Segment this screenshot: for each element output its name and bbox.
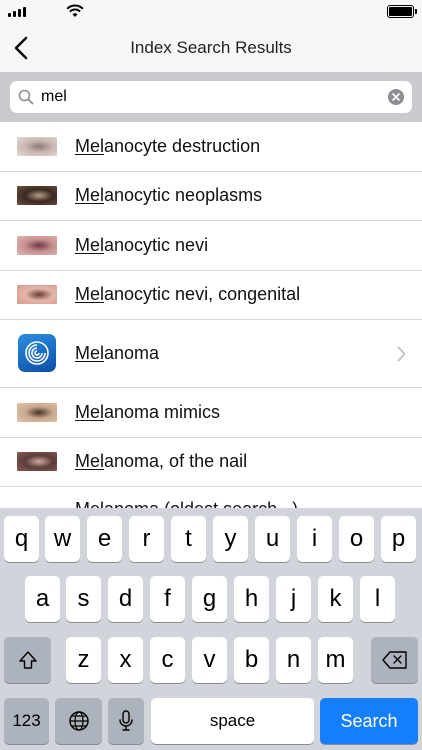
result-label: Melanocytic nevi: [75, 234, 209, 255]
result-label: Melanoma, of the nail: [75, 451, 248, 472]
result-thumbnail: [17, 136, 57, 156]
result-thumbnail: [17, 402, 57, 422]
key-i[interactable]: i: [297, 516, 332, 562]
key-f[interactable]: f: [150, 576, 185, 622]
result-label: Melanoma: [75, 343, 160, 363]
key-a[interactable]: a: [25, 576, 60, 622]
result-label: Melanoma (oldest search...): [75, 499, 298, 508]
key-s[interactable]: s: [66, 576, 101, 622]
globe-icon: [68, 711, 89, 731]
key-y[interactable]: y: [213, 516, 248, 562]
shift-arrow-icon: [18, 651, 37, 669]
result-row[interactable]: Melanocytic neoplasms: [0, 172, 422, 221]
key-q[interactable]: q: [4, 516, 39, 562]
result-thumbnail: [17, 452, 57, 472]
search-icon: [18, 89, 34, 105]
globe-key[interactable]: [55, 698, 102, 744]
cellular-signal-icon: [8, 6, 26, 17]
key-u[interactable]: u: [255, 516, 290, 562]
key-d[interactable]: d: [108, 576, 143, 622]
search-key[interactable]: Search: [320, 698, 418, 744]
numbers-key[interactable]: 123: [4, 698, 49, 744]
search-bar: mel: [0, 72, 422, 122]
key-h[interactable]: h: [234, 576, 269, 622]
swirl-logo-icon: [25, 341, 49, 365]
result-label: Melanocytic neoplasms: [75, 185, 263, 206]
key-v[interactable]: v: [192, 637, 227, 683]
result-label: Melanoma mimics: [75, 401, 221, 422]
key-t[interactable]: t: [171, 516, 206, 562]
result-thumbnail: [17, 235, 57, 255]
result-label: Melanocyte destruction: [75, 135, 261, 156]
result-row-app-entry[interactable]: Melanoma: [0, 320, 422, 388]
wifi-icon: [66, 4, 84, 17]
result-thumbnail: [17, 285, 57, 305]
result-row[interactable]: Melanocytic nevi, congenital: [0, 271, 422, 320]
microphone-icon: [119, 710, 133, 731]
status-bar: [0, 0, 422, 24]
key-g[interactable]: g: [192, 576, 227, 622]
key-j[interactable]: j: [276, 576, 311, 622]
result-row[interactable]: Melanocytic nevi: [0, 221, 422, 271]
key-r[interactable]: r: [129, 516, 164, 562]
on-screen-keyboard: q w e r t y u i o p a s d f g h j k l z …: [0, 508, 422, 750]
clear-search-button[interactable]: [388, 89, 404, 105]
key-l[interactable]: l: [360, 576, 395, 622]
result-label: Melanocytic nevi, congenital: [75, 284, 301, 305]
page-title: Index Search Results: [130, 38, 292, 57]
key-e[interactable]: e: [87, 516, 122, 562]
battery-fill: [389, 7, 412, 16]
key-c[interactable]: c: [150, 637, 185, 683]
key-n[interactable]: n: [276, 637, 311, 683]
shift-key[interactable]: [4, 637, 51, 683]
battery-icon: [387, 5, 417, 18]
app-logo-icon: [18, 334, 56, 372]
key-z[interactable]: z: [66, 637, 101, 683]
space-key[interactable]: space: [151, 698, 314, 744]
key-w[interactable]: w: [45, 516, 80, 562]
backspace-key[interactable]: [371, 637, 418, 683]
result-row-partial[interactable]: Melanoma (oldest search...): [0, 487, 422, 508]
result-row[interactable]: Melanoma mimics: [0, 388, 422, 438]
chevron-right-icon: [397, 346, 406, 361]
result-row[interactable]: Melanoma, of the nail: [0, 438, 422, 487]
key-x[interactable]: x: [108, 637, 143, 683]
backspace-icon: [381, 651, 407, 669]
key-o[interactable]: o: [339, 516, 374, 562]
result-row[interactable]: Melanocyte destruction: [0, 122, 422, 172]
dictation-key[interactable]: [108, 698, 144, 744]
result-thumbnail: [17, 186, 57, 206]
key-m[interactable]: m: [318, 637, 353, 683]
search-query-text[interactable]: mel: [41, 88, 67, 106]
key-p[interactable]: p: [381, 516, 416, 562]
results-list: Melanocyte destruction Melanocytic neopl…: [0, 122, 422, 508]
navigation-bar: Index Search Results: [0, 24, 422, 72]
key-b[interactable]: b: [234, 637, 269, 683]
key-k[interactable]: k: [318, 576, 353, 622]
close-icon: [392, 93, 400, 101]
search-input[interactable]: mel: [10, 81, 412, 113]
